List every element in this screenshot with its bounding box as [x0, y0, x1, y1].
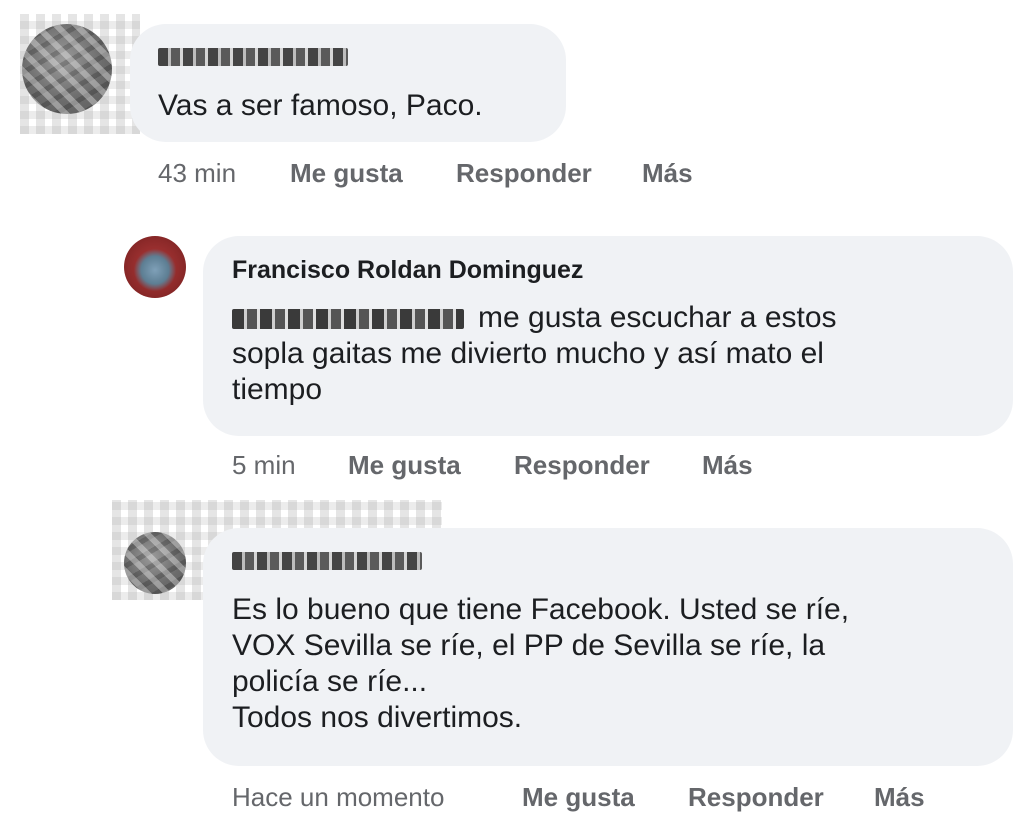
comment-text-first-line: me gusta escuchar a estos — [478, 301, 837, 334]
comment-text: me gusta escuchar a estos sopla gaitas m… — [232, 301, 837, 406]
reply-button[interactable]: Responder — [456, 158, 592, 189]
reply-button[interactable]: Responder — [514, 450, 650, 481]
comment-text: Vas a ser famoso, Paco. — [158, 89, 483, 122]
more-button[interactable]: Más — [702, 450, 753, 481]
like-button[interactable]: Me gusta — [290, 158, 403, 189]
avatar[interactable] — [124, 236, 186, 298]
timestamp: 43 min — [158, 158, 237, 188]
timestamp: 5 min — [232, 450, 296, 480]
reply-button[interactable]: Responder — [688, 782, 824, 813]
comment-text: Es lo bueno que tiene Facebook. Usted se… — [232, 593, 850, 734]
more-button[interactable]: Más — [642, 158, 693, 189]
redacted-author-name[interactable] — [158, 48, 348, 66]
like-button[interactable]: Me gusta — [348, 450, 461, 481]
timestamp: Hace un momento — [232, 782, 445, 812]
comment-bubble — [130, 24, 566, 142]
avatar-blurred[interactable] — [22, 24, 112, 114]
avatar-blurred[interactable] — [124, 532, 186, 594]
like-button[interactable]: Me gusta — [522, 782, 635, 813]
redacted-author-name[interactable] — [232, 552, 422, 570]
author-name[interactable]: Francisco Roldan Dominguez — [232, 256, 583, 285]
more-button[interactable]: Más — [874, 782, 925, 813]
redacted-mention[interactable] — [232, 309, 464, 329]
